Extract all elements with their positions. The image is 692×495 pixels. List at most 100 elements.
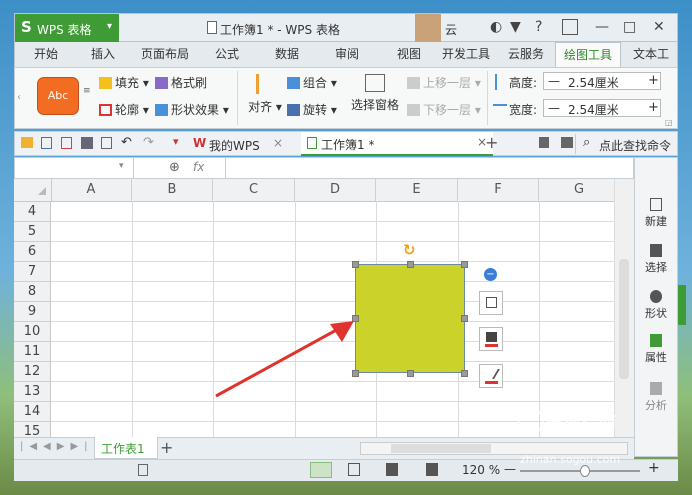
tab-page-layout[interactable]: 页面布局 bbox=[133, 42, 197, 67]
resize-handle[interactable] bbox=[407, 261, 414, 268]
page-break-view-icon[interactable] bbox=[348, 463, 360, 476]
skin-icon[interactable]: ◐ bbox=[490, 19, 502, 35]
shirt-icon[interactable]: ▼ bbox=[510, 19, 521, 35]
formula-input[interactable] bbox=[225, 158, 634, 178]
width-decrement[interactable]: — bbox=[548, 101, 560, 115]
pdf-export-icon[interactable] bbox=[61, 137, 72, 149]
col-header-c[interactable]: C bbox=[213, 179, 295, 201]
rotate-handle-icon[interactable]: ↻ bbox=[403, 241, 416, 259]
wps-app-button[interactable]: S WPS 表格 ▾ bbox=[15, 14, 119, 42]
height-decrement[interactable]: — bbox=[548, 74, 560, 88]
redo-icon[interactable]: ↷ bbox=[143, 135, 154, 150]
zoom-level[interactable]: 120 % bbox=[462, 463, 500, 477]
print-preview-icon[interactable] bbox=[101, 137, 112, 149]
panel-select[interactable]: 选择 bbox=[635, 244, 677, 275]
fill-button[interactable]: 填充 ▾ bbox=[99, 74, 149, 91]
tab-drawing-tools[interactable]: 绘图工具 bbox=[555, 42, 621, 67]
zoom-search-icon[interactable]: ⊕ bbox=[169, 160, 180, 175]
rotate-button[interactable]: 旋转 ▾ bbox=[287, 101, 337, 118]
tab-text-tools[interactable]: 文本工 bbox=[625, 42, 677, 67]
document-tab[interactable]: 工作簿1 * × bbox=[301, 132, 493, 156]
close-button[interactable]: ✕ bbox=[653, 19, 665, 35]
dialog-launcher-icon[interactable]: ◲ bbox=[665, 118, 673, 127]
col-header-f[interactable]: F bbox=[458, 179, 539, 201]
panel-shape[interactable]: 形状 bbox=[635, 290, 677, 321]
pin-icon[interactable]: ▾ bbox=[173, 135, 179, 148]
tab-developer[interactable]: 开发工具 bbox=[435, 42, 497, 67]
width-input[interactable]: 2.54厘米 bbox=[568, 101, 619, 118]
reading-mode-icon[interactable] bbox=[386, 463, 398, 476]
rectangle-shape[interactable] bbox=[355, 264, 465, 373]
zoom-slider-thumb[interactable] bbox=[580, 465, 590, 477]
resize-handle[interactable] bbox=[461, 315, 468, 322]
height-input[interactable]: 2.54厘米 bbox=[568, 74, 619, 91]
restore-ribbon-icon[interactable] bbox=[562, 19, 578, 35]
eye-protect-icon[interactable] bbox=[426, 463, 438, 476]
outline-button[interactable]: 轮廓 ▾ bbox=[99, 101, 149, 118]
row-header[interactable]: 6 bbox=[14, 242, 51, 262]
resize-handle[interactable] bbox=[407, 370, 414, 377]
doc-icon-small[interactable] bbox=[539, 137, 549, 148]
sheet-tab[interactable]: 工作表1 bbox=[94, 437, 158, 459]
new-tab-button[interactable]: + bbox=[485, 133, 498, 152]
row-header[interactable]: 11 bbox=[14, 342, 51, 362]
col-header-b[interactable]: B bbox=[132, 179, 213, 201]
height-increment[interactable]: + bbox=[648, 73, 659, 88]
row-header[interactable]: 5 bbox=[14, 222, 51, 242]
resize-handle[interactable] bbox=[352, 261, 359, 268]
zoom-out-button[interactable]: — bbox=[504, 462, 516, 476]
format-brush-button[interactable]: 格式刷 bbox=[155, 74, 207, 91]
align-button[interactable]: 对齐 ▾ bbox=[247, 74, 283, 115]
tab-review[interactable]: 审阅 bbox=[325, 42, 369, 67]
row-header[interactable]: 13 bbox=[14, 382, 51, 402]
send-backward-button[interactable]: 下移一层 ▾ bbox=[407, 101, 481, 118]
zoom-in-button[interactable]: + bbox=[648, 460, 660, 476]
height-stepper[interactable]: — 2.54厘米 + bbox=[543, 72, 661, 90]
row-header[interactable]: 12 bbox=[14, 362, 51, 382]
tab-formula[interactable]: 公式 bbox=[205, 42, 249, 67]
normal-view-icon[interactable] bbox=[310, 462, 332, 478]
avatar[interactable] bbox=[415, 14, 441, 42]
print-icon[interactable] bbox=[81, 137, 93, 149]
tab-insert[interactable]: 插入 bbox=[81, 42, 125, 67]
row-header[interactable]: 14 bbox=[14, 402, 51, 422]
vertical-scrollbar[interactable] bbox=[614, 179, 634, 437]
close-my-wps-icon[interactable]: × bbox=[273, 136, 283, 150]
row-header[interactable]: 9 bbox=[14, 302, 51, 322]
minimize-button[interactable]: — bbox=[595, 19, 609, 35]
add-sheet-button[interactable]: + bbox=[160, 438, 173, 457]
row-header[interactable]: 7 bbox=[14, 262, 51, 282]
sheet-nav-arrows[interactable]: |◀◀▶▶| bbox=[20, 441, 94, 452]
shape-style-preview[interactable]: Abc bbox=[37, 77, 79, 115]
row-header[interactable]: 10 bbox=[14, 322, 51, 342]
group-button[interactable]: 组合 ▾ bbox=[287, 74, 337, 91]
macro-icon[interactable] bbox=[138, 464, 148, 476]
help-icon[interactable]: ? bbox=[535, 19, 542, 35]
my-wps-tab[interactable]: 我的WPS bbox=[209, 137, 260, 154]
tab-cloud[interactable]: 云服务 bbox=[501, 42, 551, 67]
tab-data[interactable]: 数据 bbox=[265, 42, 309, 67]
share-icon[interactable] bbox=[561, 137, 573, 148]
bring-forward-button[interactable]: 上移一层 ▾ bbox=[407, 74, 481, 91]
col-header-g[interactable]: G bbox=[539, 179, 614, 201]
panel-new[interactable]: 新建 bbox=[635, 198, 677, 229]
panel-analyze[interactable]: 分析 bbox=[635, 382, 677, 413]
fx-icon[interactable]: fx bbox=[193, 160, 204, 174]
row-header[interactable]: 8 bbox=[14, 282, 51, 302]
edit-shape-button[interactable] bbox=[479, 291, 503, 315]
width-stepper[interactable]: — 2.54厘米 + bbox=[543, 99, 661, 117]
col-header-d[interactable]: D bbox=[295, 179, 376, 201]
name-box[interactable]: ▾ bbox=[15, 158, 134, 178]
col-header-a[interactable]: A bbox=[51, 179, 132, 201]
command-search[interactable]: 点此查找命令 bbox=[599, 137, 671, 154]
scroll-left-icon[interactable]: ‹ bbox=[17, 92, 21, 103]
save-icon[interactable] bbox=[41, 137, 52, 149]
row-header[interactable]: 4 bbox=[14, 202, 51, 222]
panel-collapse-handle[interactable] bbox=[678, 285, 686, 325]
shape-fill-button[interactable] bbox=[479, 327, 503, 351]
h-scroll-thumb[interactable] bbox=[391, 444, 491, 453]
shape-effect-button[interactable]: 形状效果 ▾ bbox=[155, 101, 229, 118]
select-all-corner[interactable] bbox=[14, 179, 52, 201]
tab-view[interactable]: 视图 bbox=[387, 42, 431, 67]
resize-handle[interactable] bbox=[461, 261, 468, 268]
